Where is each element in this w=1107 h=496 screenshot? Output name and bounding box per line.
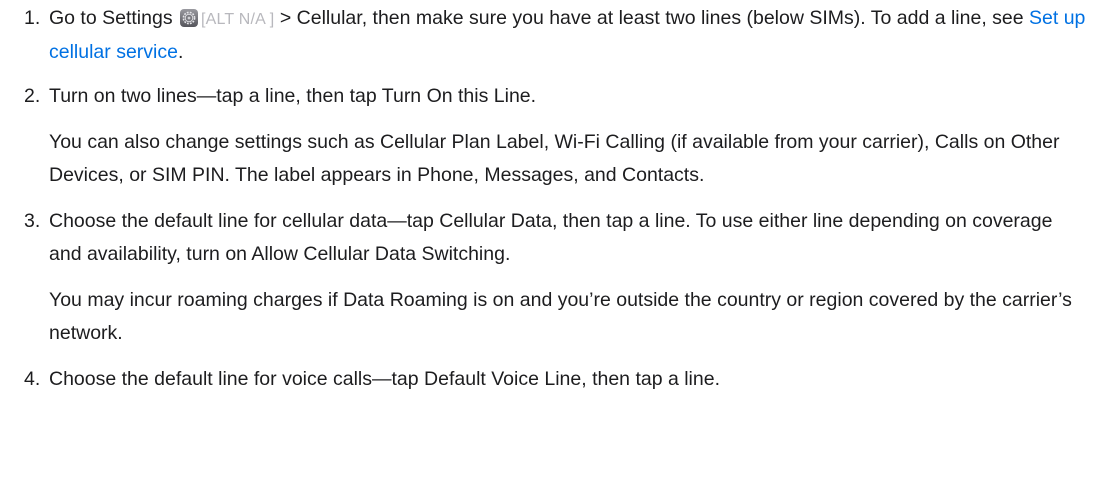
step-text: Turn on two lines—tap a line, then tap T…	[49, 85, 537, 107]
step-number: 4.	[24, 368, 41, 390]
step-text-segment: Go to Settings	[49, 7, 178, 29]
step-number: 1.	[24, 7, 41, 29]
step-2: 2. Turn on two lines—tap a line, then ta…	[0, 80, 1107, 192]
step-1: 1. Go to Settings [ALT N/A ] > Cellular,…	[0, 2, 1107, 69]
step-text: Go to Settings [ALT N/A ] > Cellular, th…	[49, 2, 1087, 69]
step-text-segment: > Cellular, then make sure you have at l…	[274, 7, 1030, 29]
instruction-steps: 1. Go to Settings [ALT N/A ] > Cellular,…	[0, 0, 1107, 396]
step-note: You may incur roaming charges if Data Ro…	[49, 289, 1072, 344]
alt-text-placeholder: [ALT N/A ]	[201, 11, 275, 28]
step-4: 4. Choose the default line for voice cal…	[0, 363, 1107, 396]
step-text-segment: .	[177, 41, 184, 63]
step-text: Choose the default line for cellular dat…	[49, 210, 1053, 265]
settings-gear-icon	[180, 5, 198, 27]
step-note: You can also change settings such as Cel…	[49, 131, 1060, 186]
step-text: Choose the default line for voice calls—…	[49, 368, 720, 390]
step-3: 3. Choose the default line for cellular …	[0, 205, 1107, 350]
step-number: 3.	[24, 210, 41, 232]
step-number: 2.	[24, 85, 41, 107]
